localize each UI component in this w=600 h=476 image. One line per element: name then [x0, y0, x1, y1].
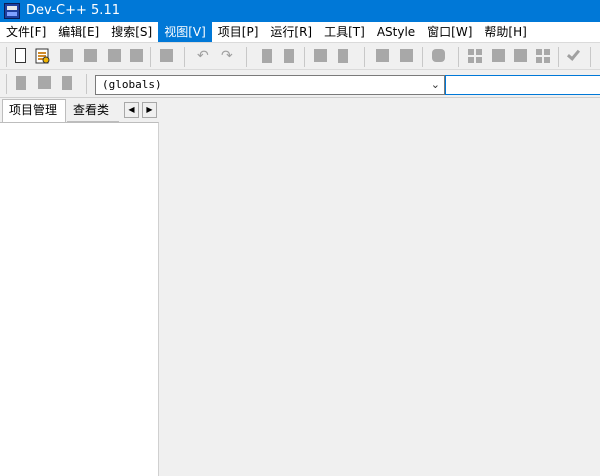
toolbar-separator	[364, 47, 365, 67]
new-project-button[interactable]	[12, 74, 30, 92]
menu-edit[interactable]: 编辑[E]	[52, 22, 105, 42]
toolbar-separator	[558, 47, 559, 67]
unindent-button[interactable]	[374, 47, 392, 65]
toolbar-separator	[6, 47, 7, 67]
rebuild-grid-icon	[536, 49, 550, 63]
toolbar-separator	[304, 47, 305, 67]
compile-run-icon	[514, 49, 527, 62]
comment-icon	[400, 49, 413, 62]
print-icon	[160, 49, 173, 62]
new-project-icon	[16, 76, 26, 90]
open-folder-icon	[35, 48, 50, 64]
unindent-icon	[376, 49, 389, 62]
indent-button[interactable]	[334, 47, 352, 65]
save-all-button[interactable]	[82, 47, 100, 65]
main-toolbar: ↶ ↷	[0, 42, 600, 70]
menu-astyle[interactable]: AStyle	[371, 22, 421, 42]
check-icon	[566, 47, 581, 61]
compile-grid-icon	[468, 49, 482, 63]
find-icon	[262, 49, 272, 63]
insert-icon	[38, 76, 51, 89]
save-button[interactable]	[58, 47, 76, 65]
menu-tools[interactable]: 工具[T]	[318, 22, 371, 42]
window-title: Dev-C++ 5.11	[26, 3, 120, 18]
project-panel[interactable]	[0, 122, 159, 476]
symbol-combo[interactable]	[445, 75, 600, 95]
new-file-button[interactable]	[12, 47, 30, 65]
menu-project[interactable]: 项目[P]	[212, 22, 265, 42]
editor-area[interactable]	[159, 98, 600, 476]
menu-window[interactable]: 窗口[W]	[421, 22, 478, 42]
toolbar-separator	[590, 47, 591, 67]
tab-scroll-left-button[interactable]: ◀	[124, 102, 139, 118]
compile-button[interactable]	[466, 47, 484, 65]
bookmark-icon	[432, 49, 445, 62]
close-all-button[interactable]	[128, 47, 146, 65]
devcpp-icon	[4, 3, 20, 19]
replace-button[interactable]	[280, 47, 298, 65]
tab-scroll-right-button[interactable]: ▶	[142, 102, 157, 118]
menu-help[interactable]: 帮助[H]	[478, 22, 532, 42]
menu-run[interactable]: 运行[R]	[264, 22, 318, 42]
new-file-icon	[15, 48, 26, 63]
toolbar-separator	[150, 47, 151, 67]
title-bar: Dev-C++ 5.11	[0, 0, 600, 22]
run-icon	[492, 49, 505, 62]
menu-search[interactable]: 搜索[S]	[105, 22, 158, 42]
compile-run-button[interactable]	[512, 47, 530, 65]
open-file-button[interactable]	[34, 47, 52, 65]
run-button[interactable]	[490, 47, 508, 65]
redo-icon: ↷	[221, 48, 233, 64]
toolbar-separator	[184, 47, 185, 67]
scope-combo-value: (globals)	[102, 78, 162, 91]
undo-button[interactable]: ↶	[196, 47, 214, 65]
tab-class-browser[interactable]: 查看类	[67, 100, 119, 122]
toolbar-separator	[86, 74, 87, 94]
chevron-down-icon[interactable]: ⌄	[431, 78, 440, 91]
insert-button[interactable]	[36, 74, 54, 92]
close-button[interactable]	[106, 47, 124, 65]
menu-file[interactable]: 文件[F]	[0, 22, 52, 42]
toolbar-separator	[422, 47, 423, 67]
undo-icon: ↶	[197, 48, 209, 64]
goto-line-button[interactable]	[312, 47, 330, 65]
toolbar-separator	[246, 47, 247, 67]
indent-icon	[338, 49, 348, 63]
find-button[interactable]	[258, 47, 276, 65]
remove-icon	[62, 76, 72, 90]
tab-project-manager[interactable]: 项目管理	[2, 99, 66, 122]
redo-button[interactable]: ↷	[220, 47, 238, 65]
menu-bar: 文件[F] 编辑[E] 搜索[S] 视图[V] 项目[P] 运行[R] 工具[T…	[0, 22, 600, 42]
syntax-check-button[interactable]	[566, 47, 584, 65]
toolbar-separator	[458, 47, 459, 67]
arrow-right-icon: ▶	[146, 105, 153, 114]
replace-icon	[284, 49, 294, 63]
close-all-icon	[130, 49, 143, 62]
rebuild-button[interactable]	[534, 47, 552, 65]
save-all-icon	[84, 49, 97, 62]
goto-line-icon	[314, 49, 327, 62]
close-file-icon	[108, 49, 121, 62]
panel-tabs: 项目管理 查看类 ◀ ▶	[0, 99, 160, 122]
remove-button[interactable]	[58, 74, 76, 92]
menu-view[interactable]: 视图[V]	[158, 22, 212, 42]
toolbar-separator	[6, 74, 7, 94]
save-icon	[60, 49, 73, 62]
scope-combo[interactable]: (globals) ⌄	[95, 75, 445, 95]
toggle-comment-button[interactable]	[398, 47, 416, 65]
print-button[interactable]	[158, 47, 176, 65]
bookmark-button[interactable]	[430, 47, 448, 65]
arrow-left-icon: ◀	[128, 105, 135, 114]
